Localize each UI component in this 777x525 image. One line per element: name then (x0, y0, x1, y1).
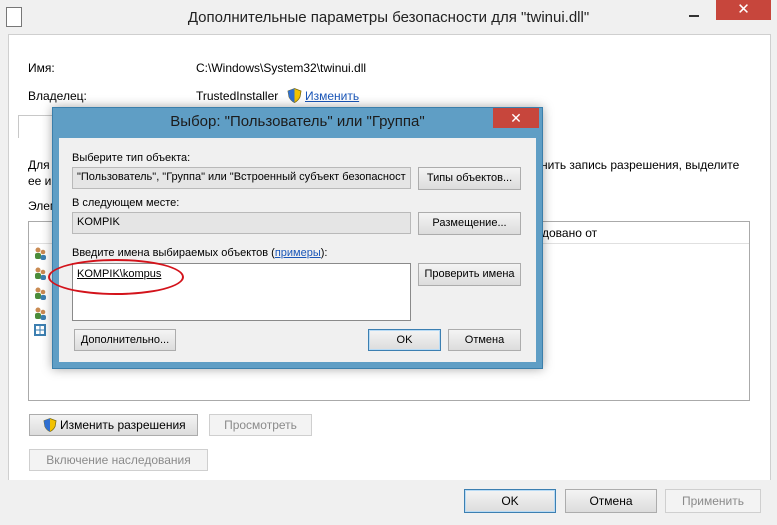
cancel-button[interactable]: Отмена (565, 489, 657, 513)
object-type-label: Выберите тип объекта: (72, 152, 191, 164)
column-inherited-from[interactable]: довано от (542, 226, 597, 240)
dialog-ok-button[interactable]: OK (368, 329, 441, 351)
view-button[interactable]: Просмотреть (209, 414, 312, 436)
users-icon (35, 307, 46, 320)
object-types-button[interactable]: Типы объектов... (418, 167, 521, 190)
examples-link[interactable]: примеры (275, 247, 321, 259)
location-label: В следующем месте: (72, 197, 180, 209)
enable-inheritance-button[interactable]: Включение наследования (29, 449, 208, 471)
window-title: Дополнительные параметры безопасности дл… (187, 9, 590, 26)
object-type-field: "Пользователь", "Группа" или "Встроенный… (72, 167, 411, 189)
ok-button[interactable]: OK (464, 489, 556, 513)
users-icon (35, 287, 46, 300)
dialog-close-button[interactable]: ✕ (493, 108, 539, 128)
description-line-2: ее и (28, 174, 52, 188)
users-icon (35, 267, 46, 280)
description-right: нить запись разрешения, выделите (541, 158, 740, 172)
name-value: C:\Windows\System32\twinui.dll (196, 61, 367, 75)
close-button[interactable]: ✕ (716, 0, 771, 20)
locations-button[interactable]: Размещение... (418, 212, 521, 235)
users-icon (35, 247, 46, 260)
title-bar: Дополнительные параметры безопасности дл… (0, 0, 777, 34)
dialog-body: Выберите тип объекта: "Пользователь", "Г… (59, 138, 536, 362)
check-names-button[interactable]: Проверить имена (418, 263, 521, 286)
change-permissions-label: Изменить разрешения (60, 418, 186, 432)
apply-button[interactable]: Применить (665, 489, 761, 513)
uac-shield-icon (287, 88, 302, 103)
owner-label: Владелец: (28, 89, 87, 103)
dialog-cancel-button[interactable]: Отмена (448, 329, 521, 351)
advanced-button[interactable]: Дополнительно... (74, 329, 176, 351)
uac-shield-icon (43, 418, 57, 432)
names-label-suffix: ): (320, 247, 328, 259)
app-package-icon (34, 324, 46, 336)
dialog-title: Выбор: "Пользователь" или "Группа" (170, 113, 425, 130)
names-label-prefix: Введите имена выбираемых объектов ( (72, 247, 275, 259)
tab-permissions[interactable] (18, 115, 56, 138)
name-label: Имя: (28, 61, 55, 75)
minimize-button[interactable] (684, 6, 704, 22)
dialog-button-bar (0, 480, 777, 525)
change-owner-link[interactable]: Изменить (305, 89, 359, 103)
select-users-dialog: Выбор: "Пользователь" или "Группа" ✕ Выб… (52, 107, 543, 369)
owner-value: TrustedInstaller (196, 89, 279, 103)
location-field: KOMPIK (72, 212, 411, 234)
description-line-1: Для (28, 158, 50, 172)
names-label: Введите имена выбираемых объектов (приме… (72, 247, 327, 259)
change-permissions-button[interactable]: Изменить разрешения (29, 414, 198, 436)
annotation-ellipse (48, 259, 184, 295)
